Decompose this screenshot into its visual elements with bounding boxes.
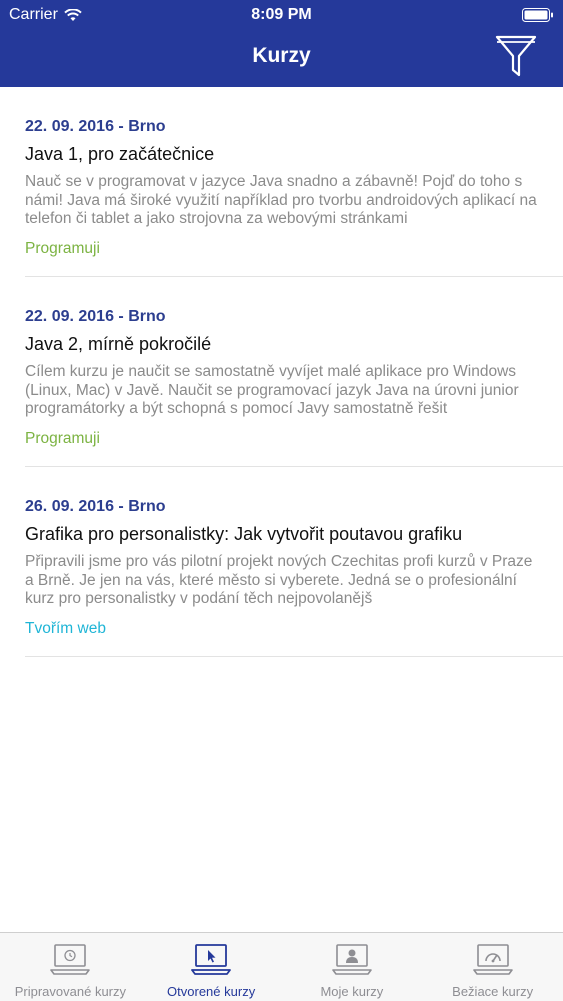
course-description: Připravili jsme pro vás pilotní projekt … <box>25 553 533 607</box>
course-item[interactable]: 22. 09. 2016 - Brno Java 2, mírně pokroč… <box>25 277 563 467</box>
battery-icon <box>522 8 553 22</box>
tab-pripravovane-kurzy[interactable]: Pripravované kurzy <box>0 933 141 1001</box>
tab-bar: Pripravované kurzy Otvorené kurzy Moje k… <box>0 932 563 1001</box>
course-title: Grafika pro personalistky: Jak vytvořit … <box>25 524 463 544</box>
status-bar: Carrier 8:09 PM <box>0 0 563 30</box>
course-title: Java 2, mírně pokročilé <box>25 334 212 354</box>
course-date: 26. 09. 2016 - Brno <box>25 498 166 515</box>
tab-otvorene-kurzy[interactable]: Otvorené kurzy <box>141 933 282 1001</box>
tab-label: Otvorené kurzy <box>167 984 256 999</box>
clock: 8:09 PM <box>251 6 312 23</box>
course-category: Programuji <box>25 430 100 447</box>
tab-label: Moje kurzy <box>320 984 384 999</box>
laptop-clock-icon <box>50 944 91 975</box>
course-date: 22. 09. 2016 - Brno <box>25 308 166 325</box>
course-date: 22. 09. 2016 - Brno <box>25 118 166 135</box>
laptop-person-icon <box>332 944 372 975</box>
course-list: 22. 09. 2016 - Brno Java 1, pro začátečn… <box>0 87 563 657</box>
course-description: Cílem kurzu je naučit se samostatně vyví… <box>25 363 519 417</box>
tab-beziace-kurzy[interactable]: Bežiace kurzy <box>422 933 563 1001</box>
course-description: Nauč se v programovat v jazyce Java snad… <box>25 173 537 227</box>
course-title: Java 1, pro začátečnice <box>25 144 215 164</box>
nav-header: Carrier 8:09 PM Kurzy <box>0 0 563 87</box>
tab-label: Pripravované kurzy <box>14 984 127 999</box>
course-item[interactable]: 26. 09. 2016 - Brno Grafika pro personal… <box>25 467 563 657</box>
laptop-gauge-icon <box>472 944 513 975</box>
laptop-cursor-icon <box>191 944 232 975</box>
tab-label: Bežiace kurzy <box>452 984 534 999</box>
course-category: Tvořím web <box>25 620 106 637</box>
course-item[interactable]: 22. 09. 2016 - Brno Java 1, pro začátečn… <box>25 87 563 277</box>
filter-icon[interactable] <box>495 34 537 78</box>
tab-moje-kurzy[interactable]: Moje kurzy <box>282 933 423 1001</box>
page-title: Kurzy <box>252 44 311 67</box>
course-category: Programuji <box>25 240 100 257</box>
